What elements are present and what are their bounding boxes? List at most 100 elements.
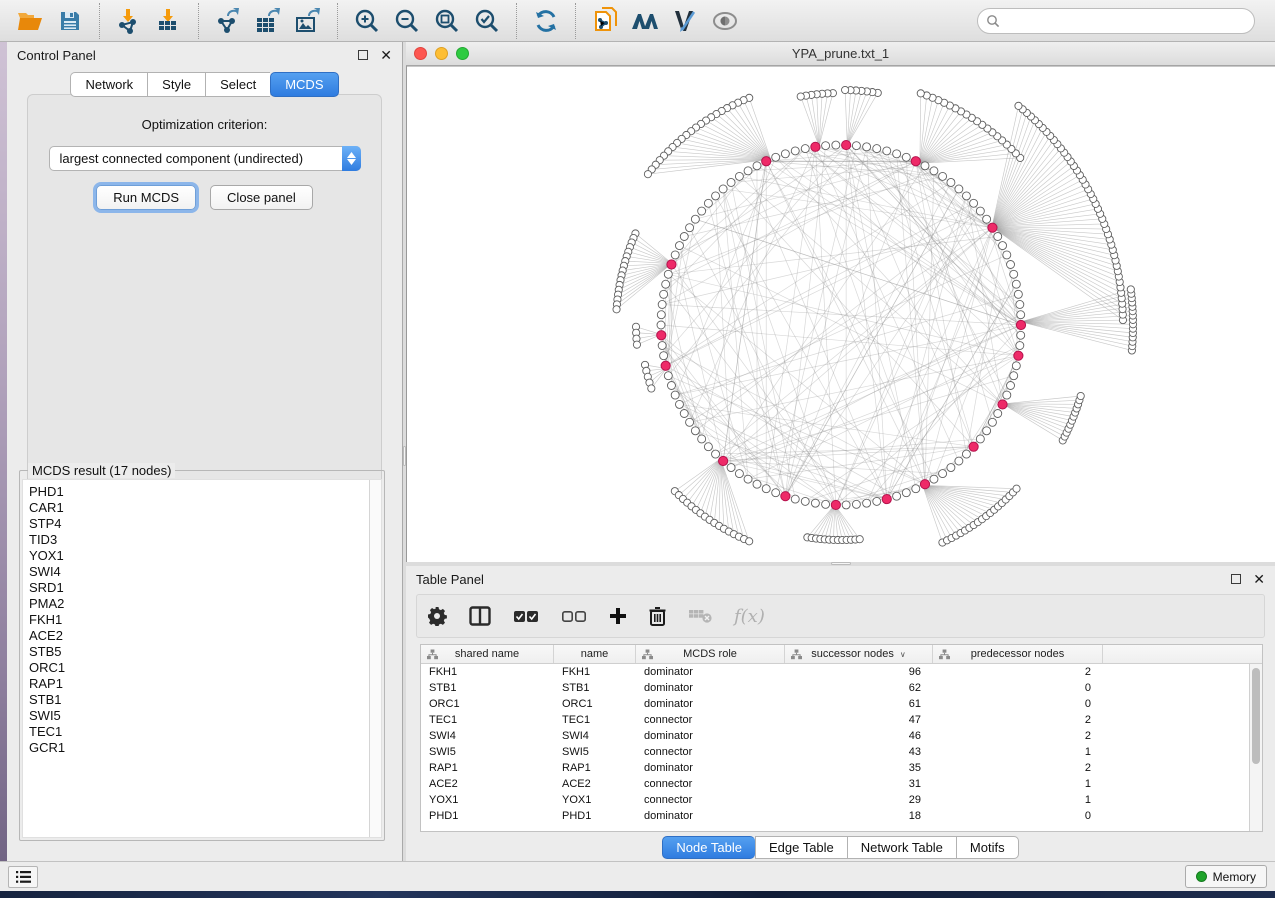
mcds-graph-node[interactable] bbox=[969, 442, 978, 451]
mcds-graph-node[interactable] bbox=[1016, 320, 1025, 329]
mcds-node-item[interactable]: STB5 bbox=[29, 644, 369, 660]
graph-node[interactable] bbox=[994, 410, 1002, 418]
graph-node[interactable] bbox=[735, 470, 743, 478]
graph-leaf-node[interactable] bbox=[648, 385, 655, 392]
mcds-graph-node[interactable] bbox=[762, 157, 771, 166]
graph-leaf-node[interactable] bbox=[613, 306, 620, 313]
mcds-graph-node[interactable] bbox=[988, 223, 997, 232]
mcds-result-list[interactable]: PHD1CAR1STP4TID3YOX1SWI4SRD1PMA2FKH1ACE2… bbox=[22, 479, 382, 838]
table-options-gear-icon[interactable] bbox=[427, 606, 447, 626]
graph-node[interactable] bbox=[822, 500, 830, 508]
graph-node[interactable] bbox=[664, 270, 672, 278]
graph-node[interactable] bbox=[744, 167, 752, 175]
mcds-graph-node[interactable] bbox=[1014, 351, 1023, 360]
table-row[interactable]: STB1STB1dominator620 bbox=[421, 680, 1249, 696]
graph-node[interactable] bbox=[930, 167, 938, 175]
mcds-graph-node[interactable] bbox=[657, 331, 666, 340]
zoom-out-icon[interactable] bbox=[387, 3, 427, 39]
graph-node[interactable] bbox=[762, 485, 770, 493]
search-input[interactable] bbox=[1000, 11, 1246, 31]
network-search-field[interactable] bbox=[977, 8, 1255, 34]
graph-node[interactable] bbox=[791, 147, 799, 155]
table-row[interactable]: PHD1PHD1dominator180 bbox=[421, 808, 1249, 824]
mcds-node-item[interactable]: STP4 bbox=[29, 516, 369, 532]
table-row[interactable]: TEC1TEC1connector472 bbox=[421, 712, 1249, 728]
mcds-graph-node[interactable] bbox=[920, 480, 929, 489]
column-header-predecessor-nodes[interactable]: predecessor nodes bbox=[933, 645, 1103, 663]
mcds-node-item[interactable]: GCR1 bbox=[29, 740, 369, 756]
float-panel-icon[interactable] bbox=[1231, 574, 1241, 584]
mcds-graph-node[interactable] bbox=[811, 142, 820, 151]
graph-node[interactable] bbox=[1010, 270, 1018, 278]
mcds-graph-node[interactable] bbox=[661, 361, 670, 370]
graph-leaf-node[interactable] bbox=[1015, 102, 1022, 109]
graph-node[interactable] bbox=[657, 311, 665, 319]
select-all-icon[interactable] bbox=[513, 610, 539, 623]
graph-node[interactable] bbox=[873, 145, 881, 153]
graph-node[interactable] bbox=[675, 242, 683, 250]
graph-node[interactable] bbox=[921, 162, 929, 170]
mcds-graph-node[interactable] bbox=[842, 140, 851, 149]
graph-node[interactable] bbox=[704, 199, 712, 207]
mcds-graph-node[interactable] bbox=[667, 260, 676, 269]
tab-network-table[interactable]: Network Table bbox=[847, 836, 956, 859]
graph-node[interactable] bbox=[1003, 251, 1011, 259]
graph-node[interactable] bbox=[712, 192, 720, 200]
graph-node[interactable] bbox=[955, 457, 963, 465]
column-header-successor-nodes[interactable]: successor nodes∨ bbox=[785, 645, 933, 663]
graph-node[interactable] bbox=[671, 251, 679, 259]
graph-node[interactable] bbox=[772, 153, 780, 161]
open-file-icon[interactable] bbox=[10, 3, 50, 39]
graph-node[interactable] bbox=[1012, 280, 1020, 288]
graph-node[interactable] bbox=[994, 232, 1002, 240]
graph-node[interactable] bbox=[822, 142, 830, 150]
mcds-graph-node[interactable] bbox=[882, 494, 891, 503]
graph-node[interactable] bbox=[657, 321, 665, 329]
graph-node[interactable] bbox=[658, 300, 666, 308]
tab-edge-table[interactable]: Edge Table bbox=[755, 836, 847, 859]
graph-node[interactable] bbox=[1007, 261, 1015, 269]
mcds-node-item[interactable]: CAR1 bbox=[29, 500, 369, 516]
mcds-node-item[interactable]: SRD1 bbox=[29, 580, 369, 596]
graph-node[interactable] bbox=[781, 150, 789, 158]
graph-node[interactable] bbox=[671, 391, 679, 399]
import-table-icon[interactable] bbox=[149, 3, 189, 39]
mcds-graph-node[interactable] bbox=[831, 500, 840, 509]
mcds-node-item[interactable]: SWI5 bbox=[29, 708, 369, 724]
float-panel-icon[interactable] bbox=[358, 50, 368, 60]
graph-node[interactable] bbox=[660, 352, 668, 360]
graph-node[interactable] bbox=[863, 143, 871, 151]
splitter-handle[interactable] bbox=[831, 562, 851, 565]
graph-node[interactable] bbox=[1003, 391, 1011, 399]
graph-node[interactable] bbox=[902, 153, 910, 161]
zoom-selected-icon[interactable] bbox=[467, 3, 507, 39]
vizmapper-icon[interactable] bbox=[665, 3, 705, 39]
close-panel-icon[interactable]: ✕ bbox=[380, 48, 392, 62]
table-row[interactable]: YOX1YOX1connector291 bbox=[421, 792, 1249, 808]
tab-select[interactable]: Select bbox=[205, 72, 270, 97]
delete-column-trash-icon[interactable] bbox=[649, 606, 666, 626]
graph-node[interactable] bbox=[962, 192, 970, 200]
graph-leaf-node[interactable] bbox=[917, 90, 924, 97]
graph-node[interactable] bbox=[698, 207, 706, 215]
tab-mcds[interactable]: MCDS bbox=[270, 72, 338, 97]
clone-network-icon[interactable] bbox=[585, 3, 625, 39]
graph-node[interactable] bbox=[753, 162, 761, 170]
graph-node[interactable] bbox=[1017, 311, 1025, 319]
graph-node[interactable] bbox=[664, 372, 672, 380]
memory-button[interactable]: Memory bbox=[1185, 865, 1267, 888]
tab-style[interactable]: Style bbox=[147, 72, 205, 97]
show-hide-eye-icon[interactable] bbox=[705, 3, 745, 39]
import-network-icon[interactable] bbox=[109, 3, 149, 39]
graph-node[interactable] bbox=[1007, 381, 1015, 389]
graph-node[interactable] bbox=[658, 342, 666, 350]
network-canvas[interactable] bbox=[406, 66, 1275, 562]
close-panel-button[interactable]: Close panel bbox=[210, 185, 313, 210]
graph-node[interactable] bbox=[988, 418, 996, 426]
mcds-graph-node[interactable] bbox=[911, 157, 920, 166]
graph-node[interactable] bbox=[753, 480, 761, 488]
graph-leaf-node[interactable] bbox=[633, 341, 640, 348]
graph-node[interactable] bbox=[893, 492, 901, 500]
graph-node[interactable] bbox=[704, 443, 712, 451]
graph-node[interactable] bbox=[842, 501, 850, 509]
